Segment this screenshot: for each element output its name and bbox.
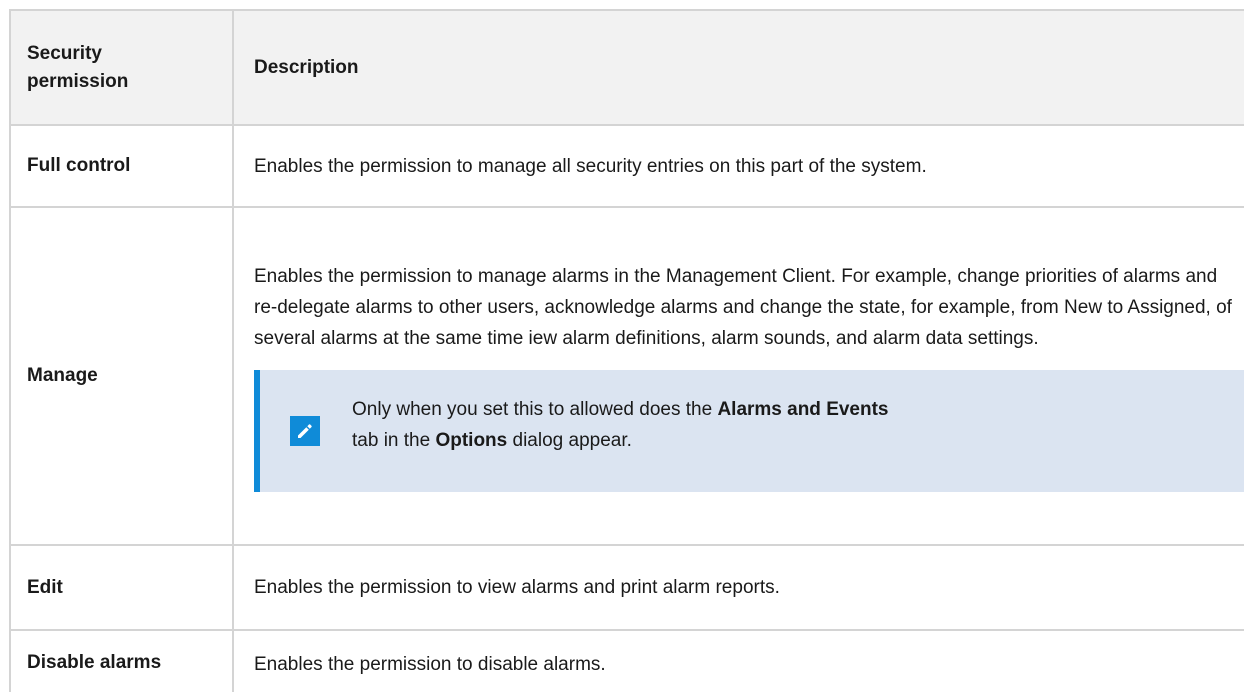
header-col1-line2: permission bbox=[27, 70, 129, 92]
header-security-permission: Security permission bbox=[9, 9, 234, 126]
description-cell: Enables the permission to view alarms an… bbox=[232, 544, 1244, 631]
note-bold-options: Options bbox=[435, 429, 508, 451]
note-text: Only when you set this to allowed does t… bbox=[352, 394, 1072, 456]
manage-description-text: Enables the permission to manage alarms … bbox=[254, 265, 1232, 349]
note-bold-alarms-events: Alarms and Events bbox=[717, 398, 889, 420]
note-text-part3: dialog appear. bbox=[507, 429, 632, 451]
description-cell: Enables the permission to disable alarms… bbox=[232, 629, 1244, 692]
permission-cell: Manage bbox=[9, 206, 234, 546]
header-col1-line1: Security bbox=[27, 42, 102, 64]
table-row: Manage Enables the permission to manage … bbox=[9, 206, 1244, 546]
permission-cell: Full control bbox=[9, 124, 234, 208]
table-row: Edit Enables the permission to view alar… bbox=[9, 544, 1244, 631]
note-text-part2: tab in the bbox=[352, 429, 436, 451]
note-text-part1: Only when you set this to allowed does t… bbox=[352, 398, 718, 420]
table-row: Disable alarms Enables the permission to… bbox=[9, 629, 1244, 692]
permissions-table: Security permission Description Full con… bbox=[9, 9, 1244, 692]
pencil-icon bbox=[290, 415, 320, 446]
header-description: Description bbox=[232, 9, 1244, 126]
permission-cell: Edit bbox=[9, 544, 234, 631]
table-row: Full control Enables the permission to m… bbox=[9, 124, 1244, 208]
table-header-row: Security permission Description bbox=[9, 9, 1244, 126]
description-cell: Enables the permission to manage all sec… bbox=[232, 124, 1244, 208]
description-cell: Enables the permission to manage alarms … bbox=[232, 206, 1244, 546]
permission-cell: Disable alarms bbox=[9, 629, 234, 692]
note-box: Only when you set this to allowed does t… bbox=[254, 369, 1244, 492]
